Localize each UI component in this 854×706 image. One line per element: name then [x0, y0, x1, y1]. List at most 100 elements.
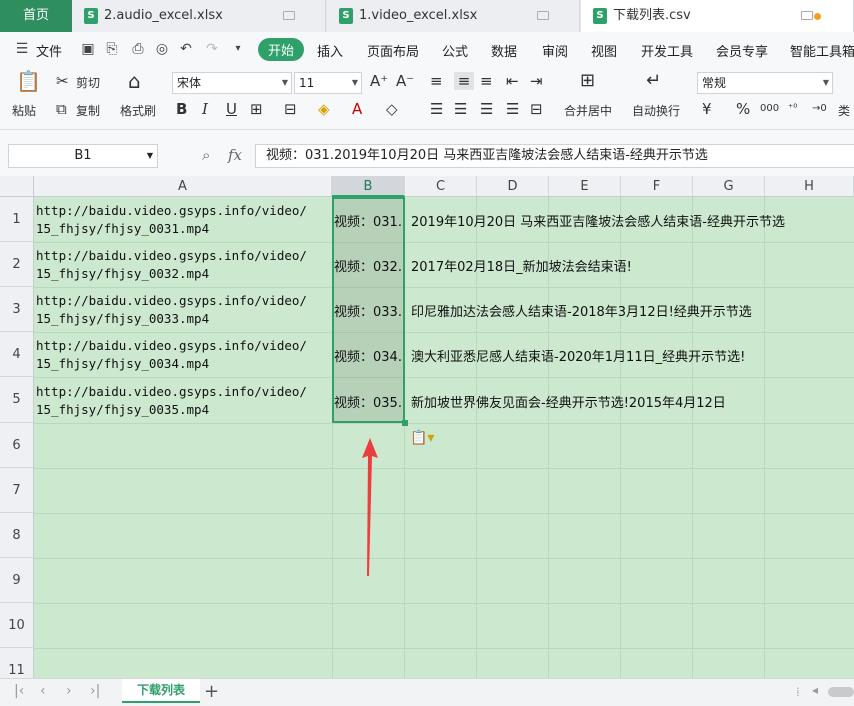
menu-smart-tools[interactable]: 智能工具箱: [790, 41, 854, 60]
font-name-select[interactable]: 宋体 ▼: [172, 72, 292, 94]
scroll-divider-icon[interactable]: ⁞: [796, 685, 800, 699]
zoom-icon[interactable]: ⌕: [202, 146, 210, 164]
menu-member[interactable]: 会员专享: [716, 41, 768, 60]
redo-icon[interactable]: ↷: [204, 41, 220, 57]
increase-font-icon[interactable]: A⁺: [370, 72, 388, 90]
underline-icon[interactable]: U: [226, 100, 237, 118]
row-header-8[interactable]: 8: [0, 513, 34, 558]
row-header-4[interactable]: 4: [0, 332, 34, 377]
menu-developer[interactable]: 开发工具: [641, 41, 693, 60]
format-painter-button[interactable]: 格式刷: [120, 102, 156, 119]
last-sheet-icon[interactable]: ›|: [90, 683, 100, 699]
copy-button[interactable]: 复制: [76, 102, 100, 119]
menu-file[interactable]: 文件: [36, 41, 62, 60]
scissors-icon[interactable]: ✂: [56, 72, 69, 90]
menu-review[interactable]: 审阅: [542, 41, 568, 60]
copy-icon[interactable]: ⧉: [56, 100, 67, 118]
chevron-down-icon[interactable]: ▾: [230, 41, 246, 57]
cell-a2[interactable]: http://baidu.video.gsyps.info/video/ 15_…: [36, 247, 332, 283]
thousands-icon[interactable]: 000: [760, 100, 779, 118]
cell-style-icon[interactable]: ⊟: [284, 100, 297, 118]
paste-icon[interactable]: 📋: [16, 71, 41, 96]
row-header-10[interactable]: 10: [0, 603, 34, 648]
add-sheet-icon[interactable]: +: [204, 681, 219, 702]
cell-c4[interactable]: 澳大利亚悉尼感人结束语-2020年1月11日_经典开示节选!: [411, 346, 745, 365]
fill-color-icon[interactable]: ◈: [318, 100, 330, 118]
more-button[interactable]: 类: [838, 102, 850, 119]
save-icon[interactable]: ▣: [80, 41, 96, 57]
format-painter-icon[interactable]: ⌂: [128, 71, 141, 91]
merge-icon[interactable]: ⊞: [580, 72, 595, 90]
cell-b2[interactable]: 视频：032.: [334, 256, 404, 275]
align-center-icon[interactable]: ☰: [454, 100, 467, 118]
name-box[interactable]: B1 ▼: [8, 144, 158, 168]
justify-icon[interactable]: ☰: [506, 100, 519, 118]
column-header-e[interactable]: E: [549, 176, 621, 197]
undo-icon[interactable]: ↶: [178, 41, 194, 57]
align-right-icon[interactable]: ☰: [480, 100, 493, 118]
scroll-left-icon[interactable]: ◂: [812, 683, 818, 697]
spreadsheet-grid[interactable]: A B C D E F G H 1 2 3 4 5 6 7 8 9 10 11 …: [0, 176, 854, 678]
row-header-6[interactable]: 6: [0, 423, 34, 468]
tab-audio-excel[interactable]: S 2.audio_excel.xlsx: [72, 0, 326, 32]
wrap-text-button[interactable]: 自动换行: [632, 102, 680, 119]
row-header-7[interactable]: 7: [0, 468, 34, 513]
italic-icon[interactable]: I: [202, 100, 208, 118]
menu-data[interactable]: 数据: [491, 41, 517, 60]
column-header-h[interactable]: H: [765, 176, 854, 197]
menu-insert[interactable]: 插入: [317, 41, 343, 60]
row-header-3[interactable]: 3: [0, 287, 34, 332]
increase-decimal-icon[interactable]: ⁺⁰: [788, 100, 797, 118]
column-header-d[interactable]: D: [477, 176, 549, 197]
percent-icon[interactable]: %: [736, 100, 750, 118]
outdent-icon[interactable]: ⇤: [506, 72, 519, 90]
tab-video-excel[interactable]: S 1.video_excel.xlsx: [327, 0, 580, 32]
cell-b5[interactable]: 视频：035.: [334, 392, 404, 411]
cell-a5[interactable]: http://baidu.video.gsyps.info/video/ 15_…: [36, 383, 332, 419]
cell-a3[interactable]: http://baidu.video.gsyps.info/video/ 15_…: [36, 292, 332, 328]
column-header-b[interactable]: B: [332, 176, 405, 197]
border-icon[interactable]: ⊞: [250, 100, 263, 118]
indent-icon[interactable]: ⇥: [530, 72, 543, 90]
export-icon[interactable]: ⎘: [104, 41, 120, 57]
number-format-select[interactable]: 常规 ▼: [697, 72, 833, 94]
select-all-corner[interactable]: [0, 176, 34, 197]
align-left-icon[interactable]: ☰: [430, 100, 443, 118]
tab-download-list[interactable]: S 下载列表.csv: [581, 0, 854, 32]
cell-b3[interactable]: 视频：033.: [334, 301, 404, 320]
font-size-select[interactable]: 11 ▼: [294, 72, 362, 94]
cell-b4[interactable]: 视频：034.: [334, 346, 404, 365]
menu-start[interactable]: 开始: [258, 38, 305, 61]
cell-c1[interactable]: 2019年10月20日 马来西亚吉隆坡法会感人结束语-经典开示节选: [411, 211, 785, 230]
paste-button[interactable]: 粘贴: [12, 102, 36, 119]
wrap-icon[interactable]: ↵: [646, 72, 661, 90]
align-bottom-icon[interactable]: ≡: [480, 72, 493, 90]
align-top-icon[interactable]: ≡: [430, 72, 443, 90]
font-color-icon[interactable]: A: [352, 100, 362, 118]
cell-b1[interactable]: 视频：031.: [334, 211, 404, 230]
home-tab[interactable]: 首页: [0, 0, 72, 32]
print-icon[interactable]: ⎙: [130, 41, 146, 57]
paste-options-icon[interactable]: 📋▾: [410, 430, 434, 446]
cut-button[interactable]: 剪切: [76, 74, 100, 91]
row-header-9[interactable]: 9: [0, 558, 34, 603]
row-header-2[interactable]: 2: [0, 242, 34, 287]
column-header-g[interactable]: G: [693, 176, 765, 197]
cell-c5[interactable]: 新加坡世界佛友见面会-经典开示节选!2015年4月12日: [411, 392, 726, 411]
cell-c3[interactable]: 印尼雅加达法会感人结束语-2018年3月12日!经典开示节选: [411, 301, 752, 320]
decrease-decimal-icon[interactable]: →0: [812, 100, 827, 118]
first-sheet-icon[interactable]: |‹: [14, 683, 24, 699]
print-preview-icon[interactable]: ◎: [154, 41, 170, 57]
eraser-icon[interactable]: ◇: [386, 100, 398, 118]
sheet-tab-download-list[interactable]: 下载列表: [122, 679, 200, 703]
menu-page-layout[interactable]: 页面布局: [367, 41, 419, 60]
next-sheet-icon[interactable]: ›: [66, 683, 72, 699]
hamburger-icon[interactable]: ☰: [14, 41, 30, 57]
column-header-f[interactable]: F: [621, 176, 693, 197]
row-header-1[interactable]: 1: [0, 197, 34, 242]
merge-center-button[interactable]: 合并居中: [564, 102, 612, 119]
bold-icon[interactable]: B: [176, 100, 187, 118]
column-header-a[interactable]: A: [34, 176, 332, 197]
prev-sheet-icon[interactable]: ‹: [40, 683, 46, 699]
formula-input[interactable]: 视频：031.2019年10月20日 马来西亚吉隆坡法会感人结束语-经典开示节选: [255, 144, 854, 168]
